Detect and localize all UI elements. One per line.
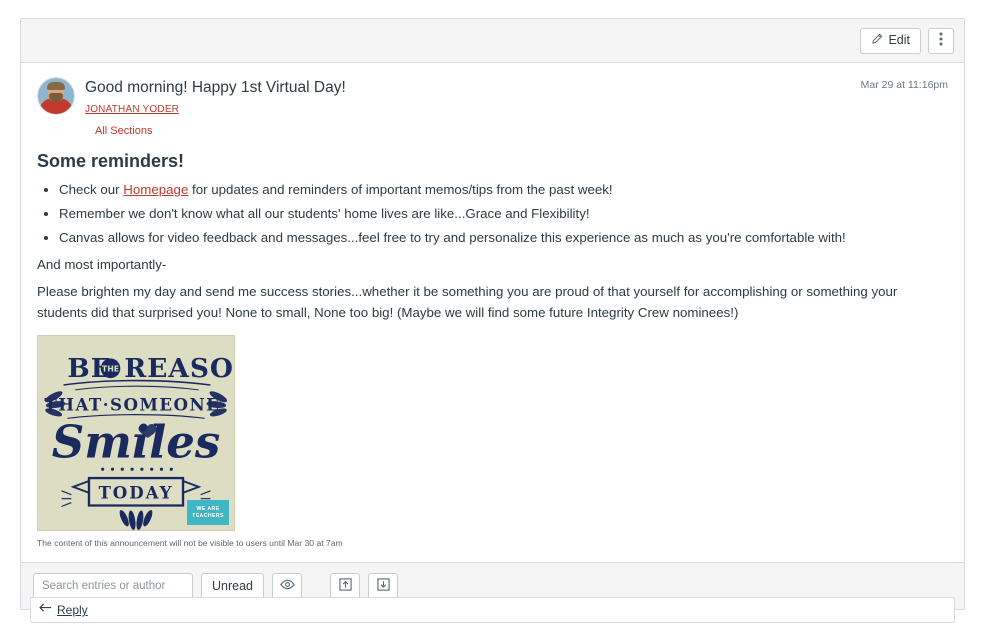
announcement-image: BE THE REASON THAT·SOMEONE·	[37, 335, 235, 532]
announcement-meta: Good morning! Happy 1st Virtual Day! JON…	[85, 77, 948, 137]
announcement-toolbar: Edit	[21, 19, 964, 63]
reply-arrow-icon	[39, 601, 52, 619]
svg-text:TODAY: TODAY	[98, 483, 173, 503]
bullet-1-before: Check our	[59, 182, 124, 198]
unread-filter-button[interactable]: Unread	[201, 573, 264, 600]
list-item: Remember we don't know what all our stud…	[59, 202, 948, 226]
posted-at: Mar 29 at 11:16pm	[860, 79, 948, 91]
bullet-1-after: for updates and reminders of important m…	[188, 182, 613, 198]
edit-button-label: Edit	[888, 33, 910, 48]
kebab-menu-icon	[939, 32, 943, 49]
eye-icon	[279, 579, 295, 593]
list-item: Canvas allows for video feedback and mes…	[59, 226, 948, 250]
content-heading: Some reminders!	[37, 151, 185, 172]
paragraph-1: And most importantly-	[37, 257, 167, 273]
announcement-content: Some reminders! Check our Homepage for u…	[37, 151, 948, 548]
pencil-icon	[871, 33, 883, 48]
paragraph-2: Please brighten my day and send me succe…	[37, 283, 898, 320]
reply-bar[interactable]: Reply	[30, 597, 955, 623]
page-edge-rule	[965, 0, 966, 627]
avatar[interactable]	[37, 77, 75, 115]
homepage-link[interactable]: Homepage	[123, 182, 188, 197]
author-link[interactable]: JONATHAN YODER	[85, 104, 179, 115]
kebab-menu-button[interactable]	[928, 27, 954, 54]
expand-threads-icon	[376, 578, 390, 594]
mark-all-read-button[interactable]	[272, 573, 302, 600]
search-input[interactable]	[33, 573, 193, 600]
svg-text:Smiles: Smiles	[52, 416, 221, 469]
we-are-teachers-logo: WE ARE TEACHERS	[187, 500, 229, 526]
announcement-title: Good morning! Happy 1st Virtual Day!	[85, 79, 346, 96]
reply-label: Reply	[57, 603, 88, 617]
sections-label: All Sections	[95, 125, 153, 138]
reminders-list: Check our Homepage for updates and remin…	[37, 178, 948, 249]
collapse-threads-button[interactable]	[330, 573, 360, 600]
svg-text:THAT·SOMEONE·: THAT·SOMEONE·	[44, 395, 227, 415]
unread-filter-label: Unread	[212, 578, 253, 593]
svg-text:REASON: REASON	[124, 353, 234, 384]
bullet-2-text: Remember we don't know what all our stud…	[59, 206, 590, 222]
author-row: Good morning! Happy 1st Virtual Day! JON…	[37, 77, 948, 137]
logo-line-2: TEACHERS	[192, 512, 224, 519]
logo-line-1: WE ARE	[196, 505, 220, 512]
bullet-3-text: Canvas allows for video feedback and mes…	[59, 229, 846, 245]
announcement-body: Mar 29 at 11:16pm Good morning! Happy 1s…	[21, 63, 964, 562]
expand-threads-button[interactable]	[368, 573, 398, 600]
collapse-threads-icon	[338, 578, 352, 594]
visibility-note: The content of this announcement will no…	[37, 538, 343, 549]
list-item: Check our Homepage for updates and remin…	[59, 178, 948, 202]
discussion-page: Edit Mar 29 at 11:16pm Good morning! Hap…	[0, 0, 999, 627]
svg-text:THE: THE	[102, 364, 119, 373]
edit-button[interactable]: Edit	[860, 27, 921, 54]
announcement-card: Edit Mar 29 at 11:16pm Good morning! Hap…	[20, 18, 965, 611]
